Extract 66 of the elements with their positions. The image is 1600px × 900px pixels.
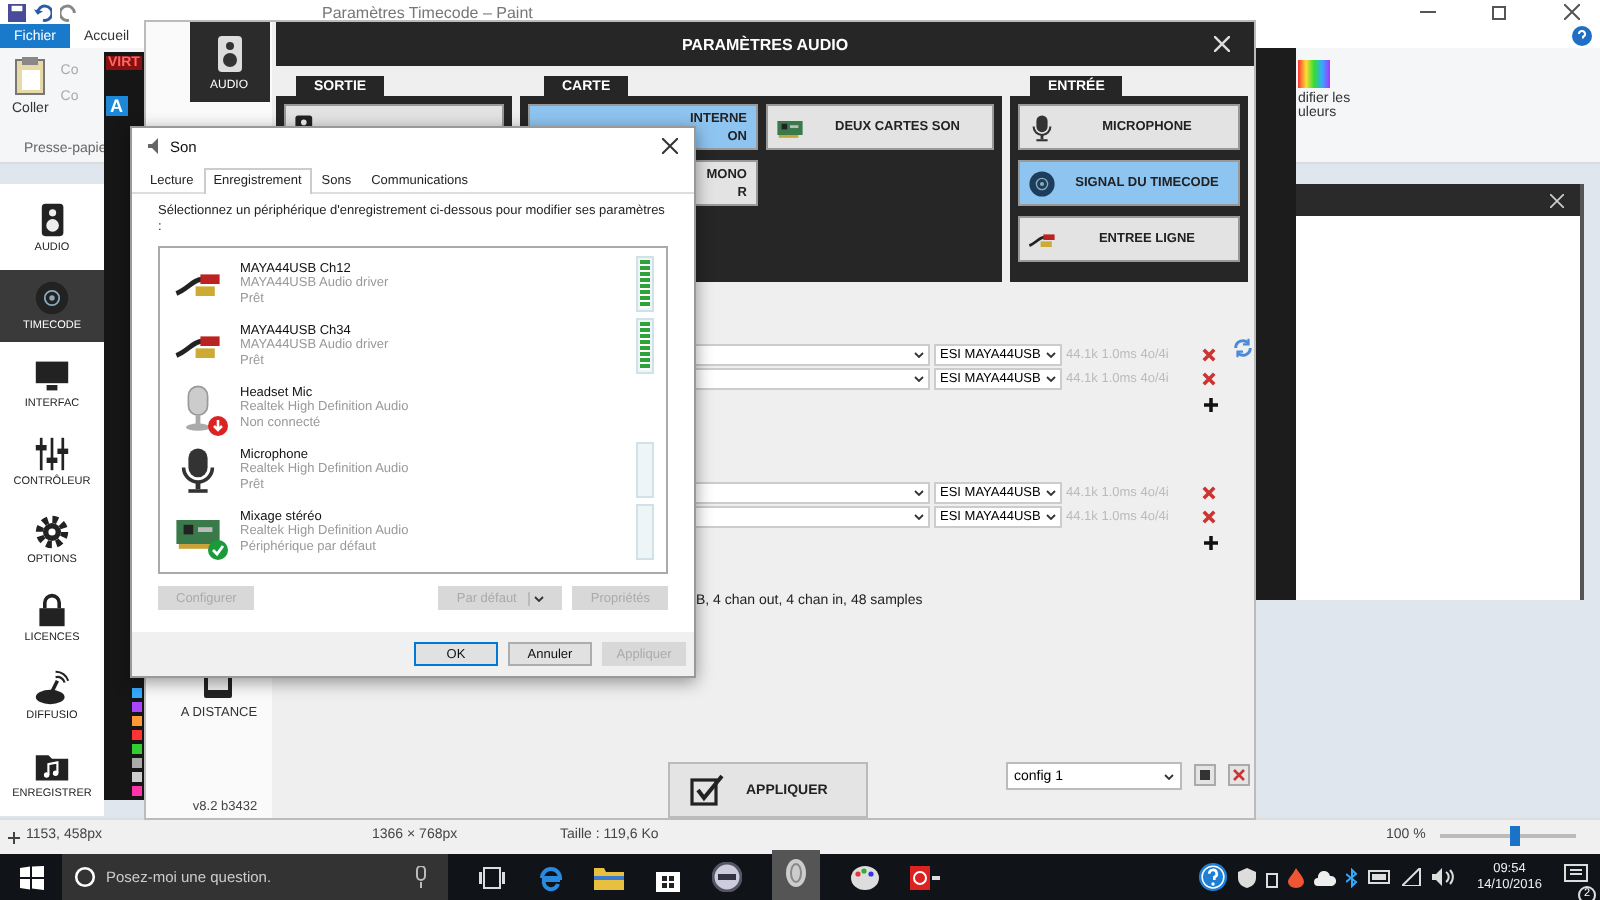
round-app-icon[interactable] (712, 862, 742, 892)
monitor-icon (34, 358, 70, 394)
crosshair-icon (8, 832, 20, 844)
color-palette-icon[interactable] (1298, 60, 1330, 88)
speaker-icon (215, 33, 243, 73)
microphone-icon (1028, 113, 1056, 141)
restore-icon[interactable] (1492, 4, 1508, 20)
task-view-icon[interactable] (478, 865, 506, 889)
refresh-icon[interactable] (1232, 336, 1254, 360)
window-title: Paramètres Timecode – Paint (322, 3, 533, 21)
sliders-icon (34, 436, 70, 472)
undo-icon[interactable] (34, 3, 52, 21)
windows-logo-icon[interactable] (20, 865, 44, 889)
caret-icon (1046, 489, 1056, 495)
caret-icon (534, 595, 545, 601)
window-title: PARAMÈTRES AUDIO (681, 35, 849, 53)
app-badge: A (106, 96, 127, 116)
color-swatches-drawing (132, 688, 142, 796)
remove-icon[interactable] (1202, 347, 1216, 361)
browser-icon[interactable] (536, 863, 564, 891)
caret-icon (914, 351, 924, 357)
satellite-dish-icon (34, 670, 70, 706)
close-icon[interactable] (662, 138, 678, 154)
gear-icon (34, 514, 70, 550)
bluetooth-icon[interactable] (1346, 867, 1359, 887)
clipboard-icon[interactable] (14, 56, 47, 96)
wifi-icon[interactable] (1402, 868, 1423, 886)
circle-icon (74, 866, 96, 888)
microphone-icon[interactable] (414, 866, 428, 888)
close-icon[interactable] (1564, 4, 1580, 20)
caret-icon (914, 489, 924, 495)
slider-thumb[interactable] (1510, 826, 1521, 846)
speaker-icon (148, 138, 164, 154)
save-icon[interactable] (8, 3, 26, 21)
speaker-icon (39, 202, 65, 238)
flame-icon[interactable] (1288, 867, 1305, 887)
remove-icon[interactable] (1202, 509, 1216, 523)
caret-icon (1164, 773, 1174, 779)
zoom-slider[interactable] (1440, 826, 1576, 846)
disc-icon (34, 280, 70, 316)
caret-icon (914, 375, 924, 381)
add-icon[interactable] (1204, 536, 1218, 550)
shield-icon[interactable] (1238, 867, 1257, 887)
caret-icon (1046, 513, 1056, 519)
usb-icon[interactable] (1266, 867, 1279, 887)
paint-palette-icon[interactable] (850, 863, 880, 891)
add-icon[interactable] (1204, 398, 1218, 412)
checkbox-icon (690, 774, 726, 806)
lock-icon (34, 592, 70, 628)
fingerprint-icon[interactable] (784, 857, 808, 887)
cloud-icon[interactable] (1314, 869, 1337, 885)
caret-icon (914, 513, 924, 519)
battery-icon[interactable] (1368, 870, 1393, 884)
disc-icon (1028, 169, 1056, 197)
redo-icon[interactable] (60, 3, 78, 21)
record-app-icon[interactable] (910, 865, 942, 889)
delete-icon[interactable] (1228, 764, 1250, 786)
caret-icon (1046, 375, 1056, 381)
caret-icon (1046, 351, 1056, 357)
folder-icon[interactable] (594, 864, 624, 890)
notification-icon[interactable] (1564, 863, 1588, 885)
volume-icon[interactable] (1432, 868, 1455, 886)
remove-icon[interactable] (1202, 371, 1216, 385)
remove-icon[interactable] (1202, 485, 1216, 499)
save-icon[interactable] (1194, 764, 1216, 786)
help-icon[interactable] (1198, 862, 1229, 892)
